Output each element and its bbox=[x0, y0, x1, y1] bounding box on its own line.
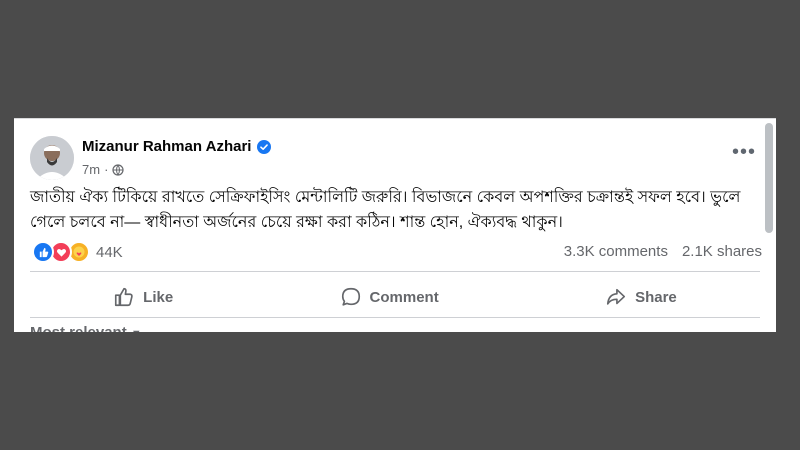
globe-icon[interactable] bbox=[112, 163, 125, 176]
avatar[interactable] bbox=[30, 136, 74, 180]
scrollbar[interactable] bbox=[765, 123, 773, 233]
comment-label: Comment bbox=[369, 288, 439, 306]
like-reaction-icon bbox=[32, 241, 54, 263]
post-time[interactable]: 7m bbox=[82, 162, 100, 177]
post-actions: Like Comment Share bbox=[30, 279, 760, 315]
post-card: Mizanur Rahman Azhari 7m · ••• জাতীয় ঐক… bbox=[14, 118, 776, 332]
like-button[interactable]: Like bbox=[113, 286, 173, 308]
reactions-count[interactable]: 44K bbox=[96, 244, 123, 261]
comment-button[interactable]: Comment bbox=[340, 286, 439, 308]
chevron-down-icon: ▼ bbox=[131, 328, 142, 332]
reactions-summary[interactable]: 44K bbox=[32, 241, 123, 263]
post-meta: 7m · bbox=[82, 162, 125, 177]
author-name[interactable]: Mizanur Rahman Azhari bbox=[82, 138, 251, 155]
divider bbox=[30, 271, 760, 272]
meta-separator: · bbox=[104, 162, 109, 177]
like-icon bbox=[115, 287, 133, 307]
comments-sort-label: Most relevant bbox=[30, 324, 127, 332]
share-button[interactable]: Share bbox=[605, 286, 677, 308]
comment-icon bbox=[341, 287, 360, 306]
more-options-button[interactable]: ••• bbox=[732, 142, 756, 162]
verified-badge-icon bbox=[257, 139, 272, 154]
share-label: Share bbox=[635, 288, 677, 306]
post-author[interactable]: Mizanur Rahman Azhari bbox=[82, 138, 272, 155]
post-text: জাতীয় ঐক্য টিকিয়ে রাখতে সেক্রিফাইসিং ম… bbox=[30, 189, 741, 231]
post-stats: 3.3K comments 2.1K shares bbox=[564, 243, 762, 260]
comments-count[interactable]: 3.3K comments bbox=[564, 243, 668, 260]
shares-count[interactable]: 2.1K shares bbox=[682, 243, 762, 260]
comments-sort-dropdown[interactable]: Most relevant ▼ bbox=[30, 324, 142, 332]
share-icon bbox=[607, 288, 626, 305]
divider bbox=[30, 317, 760, 318]
like-label: Like bbox=[143, 288, 174, 306]
